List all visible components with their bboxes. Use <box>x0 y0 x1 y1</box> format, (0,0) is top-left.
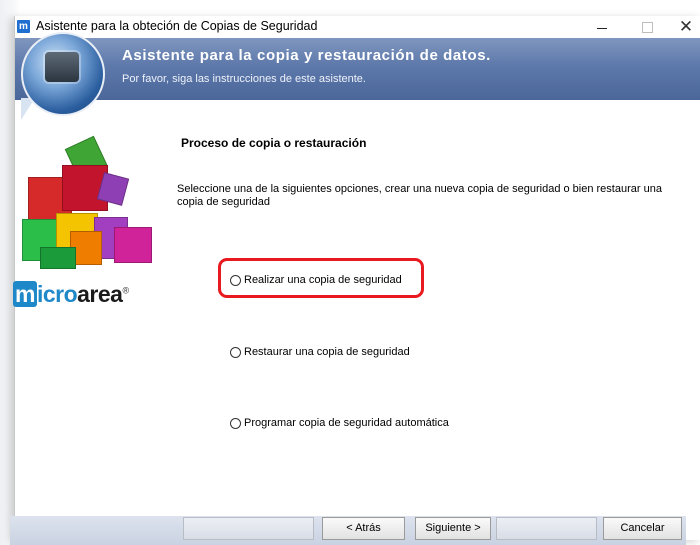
globe-network-icon <box>21 32 105 116</box>
minimize-icon <box>597 28 607 29</box>
title-bar: m Asistente para la obteción de Copias d… <box>15 16 700 39</box>
option-label: Restaurar una copia de seguridad <box>244 346 410 358</box>
close-icon: ✕ <box>678 17 694 36</box>
option-realizar-copia[interactable]: Realizar una copia de seguridad <box>230 271 402 289</box>
microarea-logo: microarea® <box>13 281 129 308</box>
option-label: Programar copia de seguridad automática <box>244 417 449 429</box>
section-title: Proceso de copia o restauración <box>181 136 367 150</box>
button-bar-spacer-left <box>183 517 314 540</box>
logo-icro: icro <box>36 281 78 307</box>
option-programar-copia[interactable]: Programar copia de seguridad automática <box>230 414 449 432</box>
app-icon: m <box>17 20 30 33</box>
logo-m: m <box>13 281 37 307</box>
banner-subtitle: Por favor, siga las instrucciones de est… <box>122 73 366 85</box>
logo-area: area <box>77 281 123 307</box>
back-button[interactable]: < Atrás <box>322 517 405 540</box>
banner-title: Asistente para la copia y restauración d… <box>122 47 491 64</box>
maximize-icon <box>642 22 653 33</box>
radio-button[interactable] <box>230 346 241 358</box>
minimize-button[interactable] <box>578 16 624 38</box>
network-port-icon <box>45 52 79 82</box>
cancel-button[interactable]: Cancelar <box>603 517 682 540</box>
instructions-text: Seleccione una de la siguientes opciones… <box>177 183 662 208</box>
option-restaurar-copia[interactable]: Restaurar una copia de seguridad <box>230 343 410 361</box>
radio-button[interactable] <box>230 417 241 429</box>
close-button[interactable]: ✕ <box>663 16 700 38</box>
window-title: Asistente para la obteción de Copias de … <box>36 19 318 33</box>
button-bar-spacer-right <box>496 517 597 540</box>
option-label: Realizar una copia de seguridad <box>244 274 402 286</box>
logo-mark: ® <box>122 285 129 296</box>
radio-button[interactable] <box>230 274 241 286</box>
header-banner: Asistente para la copia y restauración d… <box>15 32 700 120</box>
colored-cubes-illustration <box>14 135 154 285</box>
next-button[interactable]: Siguiente > <box>415 517 491 540</box>
